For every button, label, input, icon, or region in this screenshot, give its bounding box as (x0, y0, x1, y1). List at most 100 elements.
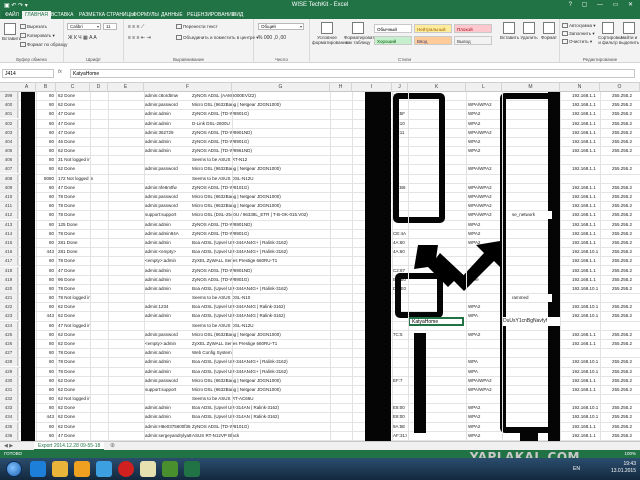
tab-file[interactable]: ФАЙЛ (2, 11, 22, 19)
tab-insert[interactable]: ВСТАВКА (48, 11, 76, 19)
conditional-formatting-label: Условное форматирование (312, 35, 349, 45)
scissors-icon (20, 24, 26, 30)
annotation-arrows (414, 241, 502, 291)
wrap-text-button[interactable]: Перенести текст (176, 24, 218, 30)
notepad-icon[interactable] (140, 461, 156, 477)
gridline (90, 92, 91, 441)
gridline (108, 92, 109, 441)
gridline (232, 92, 233, 441)
fill-label: Заполнить ▾ (569, 31, 595, 36)
window-controls[interactable]: ? ▢ — ▭ ✕ (569, 0, 637, 10)
style-good[interactable]: Хороший (374, 36, 412, 45)
gridline (36, 92, 37, 441)
align-top-buttons[interactable]: ≡ ≡ ≡ ⟋ (128, 24, 144, 30)
excel-icon[interactable] (184, 461, 200, 477)
window-title: WISE TechKit - Excel (291, 2, 349, 8)
cut-label: Вырезать (27, 24, 48, 29)
ie-icon[interactable] (30, 461, 46, 477)
styles-group: Условное форматирование Форматировать ка… (310, 19, 560, 63)
font-name-select[interactable]: Calibri ▾ (67, 23, 101, 30)
ribbon-tabs: ФАЙЛ ГЛАВНАЯ ВСТАВКА РАЗМЕТКА СТРАНИЦЫ Ф… (0, 10, 640, 19)
clipboard-label: Буфер обмена (16, 57, 47, 62)
style-normal[interactable]: Обычный (374, 24, 412, 33)
clear-button[interactable]: Очистить ▾ (562, 39, 592, 45)
find-select-button[interactable]: Найти и выделить (619, 22, 639, 45)
fill-icon (562, 31, 568, 37)
autosum-button[interactable]: Автосумма ▾ (562, 23, 595, 29)
spreadsheet-grid[interactable]: ABCDEFGHIJKLMNO 399 80 62 Done admin:c8ordt… (0, 83, 640, 441)
alignment-group: ≡ ≡ ≡ ⟋ ≡ ≡ ≡ ⇤ ⇥ Перенести текст Объеди… (124, 19, 258, 63)
alignment-label: Выравнивание (173, 57, 204, 62)
cut-button[interactable]: Вырезать (20, 24, 48, 30)
font-group: Calibri ▾ 11 Ж К Ч ▦ A A Шрифт (64, 19, 124, 63)
font-size-select[interactable]: 11 (103, 23, 117, 30)
editing-label: Редактирование (582, 57, 618, 62)
ribbon: Вставить Вырезать Копировать ▾ Формат по… (0, 19, 640, 63)
zoom-level[interactable]: 100% (624, 450, 636, 458)
tab-view[interactable]: ВИД (230, 11, 246, 19)
fill-button[interactable]: Заполнить ▾ (562, 31, 595, 37)
tab-home[interactable]: ГЛАВНАЯ (22, 11, 51, 19)
tab-page-layout[interactable]: РАЗМЕТКА СТРАНИЦЫ (76, 11, 138, 19)
gridline (560, 92, 561, 441)
delete-cells-button[interactable]: Удалить (520, 22, 538, 40)
copy-button[interactable]: Копировать ▾ (20, 33, 55, 39)
conditional-formatting-icon (321, 22, 333, 34)
formula-bar: J414 fx KatyaHome (0, 63, 640, 83)
font-name-value: Calibri (70, 24, 83, 29)
name-box[interactable]: J414 (2, 69, 54, 78)
number-format-select[interactable]: Общий ▾ (258, 23, 304, 30)
table-icon (352, 22, 364, 34)
wrap-text-label: Перенести текст (183, 24, 218, 29)
app-icon[interactable] (162, 461, 178, 477)
sort-icon (602, 22, 614, 34)
arrow-left-icon (414, 245, 472, 291)
gridline (502, 92, 503, 441)
eraser-icon (562, 39, 568, 45)
format-painter-button[interactable]: Формат по образцу (20, 42, 67, 48)
format-icon (543, 22, 555, 34)
sort-filter-button[interactable]: Сортировка и фильтр (598, 22, 623, 45)
format-cells-label: Формат (541, 35, 557, 40)
title-bar: ▣ ↶ ↷ ▾ WISE TechKit - Excel ? ▢ — ▭ ✕ (0, 0, 640, 10)
clipboard-group: Вставить Вырезать Копировать ▾ Формат по… (0, 19, 67, 63)
status-ready: ГОТОВО (4, 451, 23, 456)
explorer-icon[interactable] (52, 461, 68, 477)
font-label: Шрифт (86, 57, 101, 62)
style-neutral[interactable]: Нейтральный (414, 24, 452, 33)
delete-icon (523, 22, 535, 34)
taskbar: EN 19:43 13.01.2015 (0, 458, 640, 480)
media-icon[interactable] (74, 461, 90, 477)
number-format-buttons[interactable]: % 000 ,0 ,00 (258, 35, 286, 41)
copy-icon (20, 33, 26, 39)
format-as-table-button[interactable]: Форматировать как таблицу (344, 22, 377, 45)
merge-center-label: Объединить и поместить в центре ▾ (183, 35, 259, 40)
clock-time: 19:43 (623, 461, 636, 467)
merge-icon (176, 35, 182, 41)
font-format-buttons[interactable]: Ж К Ч ▦ A A (68, 35, 97, 41)
browser-icon[interactable] (96, 461, 112, 477)
paste-icon (4, 23, 16, 35)
sigma-icon (562, 23, 568, 29)
opera-icon[interactable] (118, 461, 134, 477)
paste-button[interactable]: Вставить (2, 23, 21, 41)
style-bad[interactable]: Плохой (454, 24, 492, 33)
gridline (392, 92, 393, 441)
gridline (600, 92, 601, 441)
styles-label: Стили (398, 57, 411, 62)
merge-center-button[interactable]: Объединить и поместить в центре ▾ (176, 35, 258, 41)
conditional-formatting-button[interactable]: Условное форматирование (312, 22, 348, 45)
system-clock[interactable]: 19:43 13.01.2015 (611, 461, 636, 475)
fx-icon[interactable]: fx (58, 69, 62, 75)
style-input[interactable]: Ввод (414, 36, 452, 45)
editing-group: Автосумма ▾ Заполнить ▾ Очистить ▾ Сорти… (560, 19, 640, 63)
tab-data[interactable]: ДАННЫЕ (158, 11, 186, 19)
gridline (18, 92, 19, 441)
start-button[interactable] (6, 461, 22, 477)
align-horizontal-buttons[interactable]: ≡ ≡ ≡ ⇤ ⇥ (128, 35, 151, 41)
style-output[interactable]: Вывод (454, 36, 492, 45)
formula-input[interactable]: KatyaHome (70, 69, 635, 78)
language-indicator[interactable]: EN (573, 466, 580, 472)
format-cells-button[interactable]: Формат (540, 22, 558, 40)
insert-cells-button[interactable]: Вставить (500, 22, 519, 40)
